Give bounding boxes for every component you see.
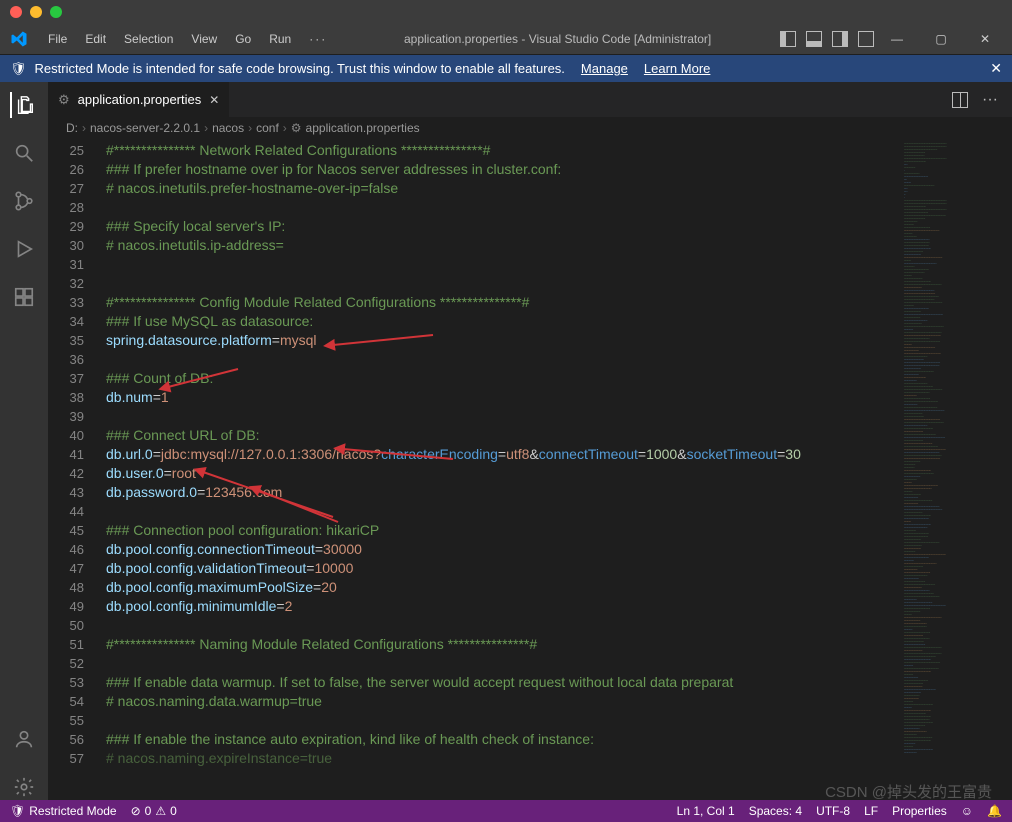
shield-icon: 🛡 <box>10 804 25 818</box>
text-editor[interactable]: 2526272829303132333435363738394041424344… <box>48 139 1012 800</box>
status-bar: 🛡Restricted Mode ⊘0 ⚠0 Ln 1, Col 1 Space… <box>0 800 1012 822</box>
line-number-gutter: 2526272829303132333435363738394041424344… <box>48 139 98 800</box>
banner-close-icon[interactable]: ✕ <box>990 60 1002 77</box>
tab-close-icon[interactable]: ✕ <box>209 93 219 107</box>
toggle-primary-sidebar-icon[interactable] <box>780 31 796 47</box>
maximize-button[interactable]: ▢ <box>920 32 962 46</box>
menu-more[interactable]: ··· <box>301 29 335 49</box>
status-eol[interactable]: LF <box>864 804 878 818</box>
status-restricted[interactable]: 🛡Restricted Mode <box>10 804 117 818</box>
breadcrumb-drive[interactable]: D: <box>66 121 78 135</box>
feedback-icon[interactable]: ☺ <box>961 804 973 818</box>
explorer-icon[interactable] <box>10 92 36 118</box>
error-icon: ⊘ <box>131 804 141 818</box>
status-encoding[interactable]: UTF-8 <box>816 804 850 818</box>
gear-icon: ⚙ <box>291 121 302 135</box>
workbench: ⚙ application.properties ✕ ··· D:› nacos… <box>0 82 1012 800</box>
manage-gear-icon[interactable] <box>11 774 37 800</box>
menubar: File Edit Selection View Go Run ··· appl… <box>0 24 1012 54</box>
maximize-dot[interactable] <box>50 6 62 18</box>
banner-learn-link[interactable]: Learn More <box>644 61 710 76</box>
menu-edit[interactable]: Edit <box>77 29 114 49</box>
minimize-button[interactable]: — <box>876 32 918 46</box>
editor-area: ⚙ application.properties ✕ ··· D:› nacos… <box>48 82 1012 800</box>
close-button[interactable]: ✕ <box>964 32 1006 46</box>
warning-icon: ⚠ <box>155 804 166 818</box>
layout-controls <box>780 31 874 47</box>
shield-icon: 🛡 <box>10 61 27 77</box>
editor-tabs: ⚙ application.properties ✕ ··· <box>48 82 1012 117</box>
more-actions-icon[interactable]: ··· <box>982 91 998 109</box>
menu-run[interactable]: Run <box>261 29 299 49</box>
status-problems[interactable]: ⊘0 ⚠0 <box>131 804 177 818</box>
customize-layout-icon[interactable] <box>858 31 874 47</box>
split-editor-icon[interactable] <box>952 92 968 108</box>
search-icon[interactable] <box>11 140 37 166</box>
minimap[interactable]: ▪▪▪▪▪▪▪▪▪▪▪▪▪▪▪▪▪▪▪▪▪▪▪▪▪▪▪▪▪▪▪▪▪▪▪▪▪▪▪▪… <box>902 139 1012 800</box>
menu-view[interactable]: View <box>183 29 225 49</box>
breadcrumb-folder[interactable]: nacos <box>212 121 244 135</box>
window-controls-mac <box>10 6 62 18</box>
toggle-panel-icon[interactable] <box>806 31 822 47</box>
restricted-mode-banner: 🛡 Restricted Mode is intended for safe c… <box>0 54 1012 82</box>
run-debug-icon[interactable] <box>11 236 37 262</box>
code-content[interactable]: #*************** Network Related Configu… <box>98 139 902 800</box>
tab-label: application.properties <box>78 92 202 107</box>
accounts-icon[interactable] <box>11 726 37 752</box>
source-control-icon[interactable] <box>11 188 37 214</box>
toggle-secondary-sidebar-icon[interactable] <box>832 31 848 47</box>
titlebar <box>0 0 1012 24</box>
activity-bar <box>0 82 48 800</box>
tab-application-properties[interactable]: ⚙ application.properties ✕ <box>48 82 230 117</box>
close-dot[interactable] <box>10 6 22 18</box>
vscode-logo-icon <box>10 30 28 48</box>
extensions-icon[interactable] <box>11 284 37 310</box>
properties-file-icon: ⚙ <box>58 92 70 108</box>
status-cursor[interactable]: Ln 1, Col 1 <box>677 804 735 818</box>
menu-selection[interactable]: Selection <box>116 29 181 49</box>
menu-file[interactable]: File <box>40 29 75 49</box>
breadcrumb[interactable]: D:› nacos-server-2.2.0.1› nacos› conf› ⚙… <box>48 117 1012 139</box>
banner-manage-link[interactable]: Manage <box>581 61 628 76</box>
breadcrumb-folder[interactable]: conf <box>256 121 279 135</box>
status-indent[interactable]: Spaces: 4 <box>749 804 802 818</box>
banner-text: Restricted Mode is intended for safe cod… <box>35 61 565 76</box>
status-language[interactable]: Properties <box>892 804 947 818</box>
breadcrumb-file[interactable]: application.properties <box>306 121 420 135</box>
minimize-dot[interactable] <box>30 6 42 18</box>
window-title: application.properties - Visual Studio C… <box>337 32 778 46</box>
breadcrumb-folder[interactable]: nacos-server-2.2.0.1 <box>90 121 200 135</box>
notifications-icon[interactable]: 🔔 <box>987 804 1002 818</box>
menu-go[interactable]: Go <box>227 29 259 49</box>
